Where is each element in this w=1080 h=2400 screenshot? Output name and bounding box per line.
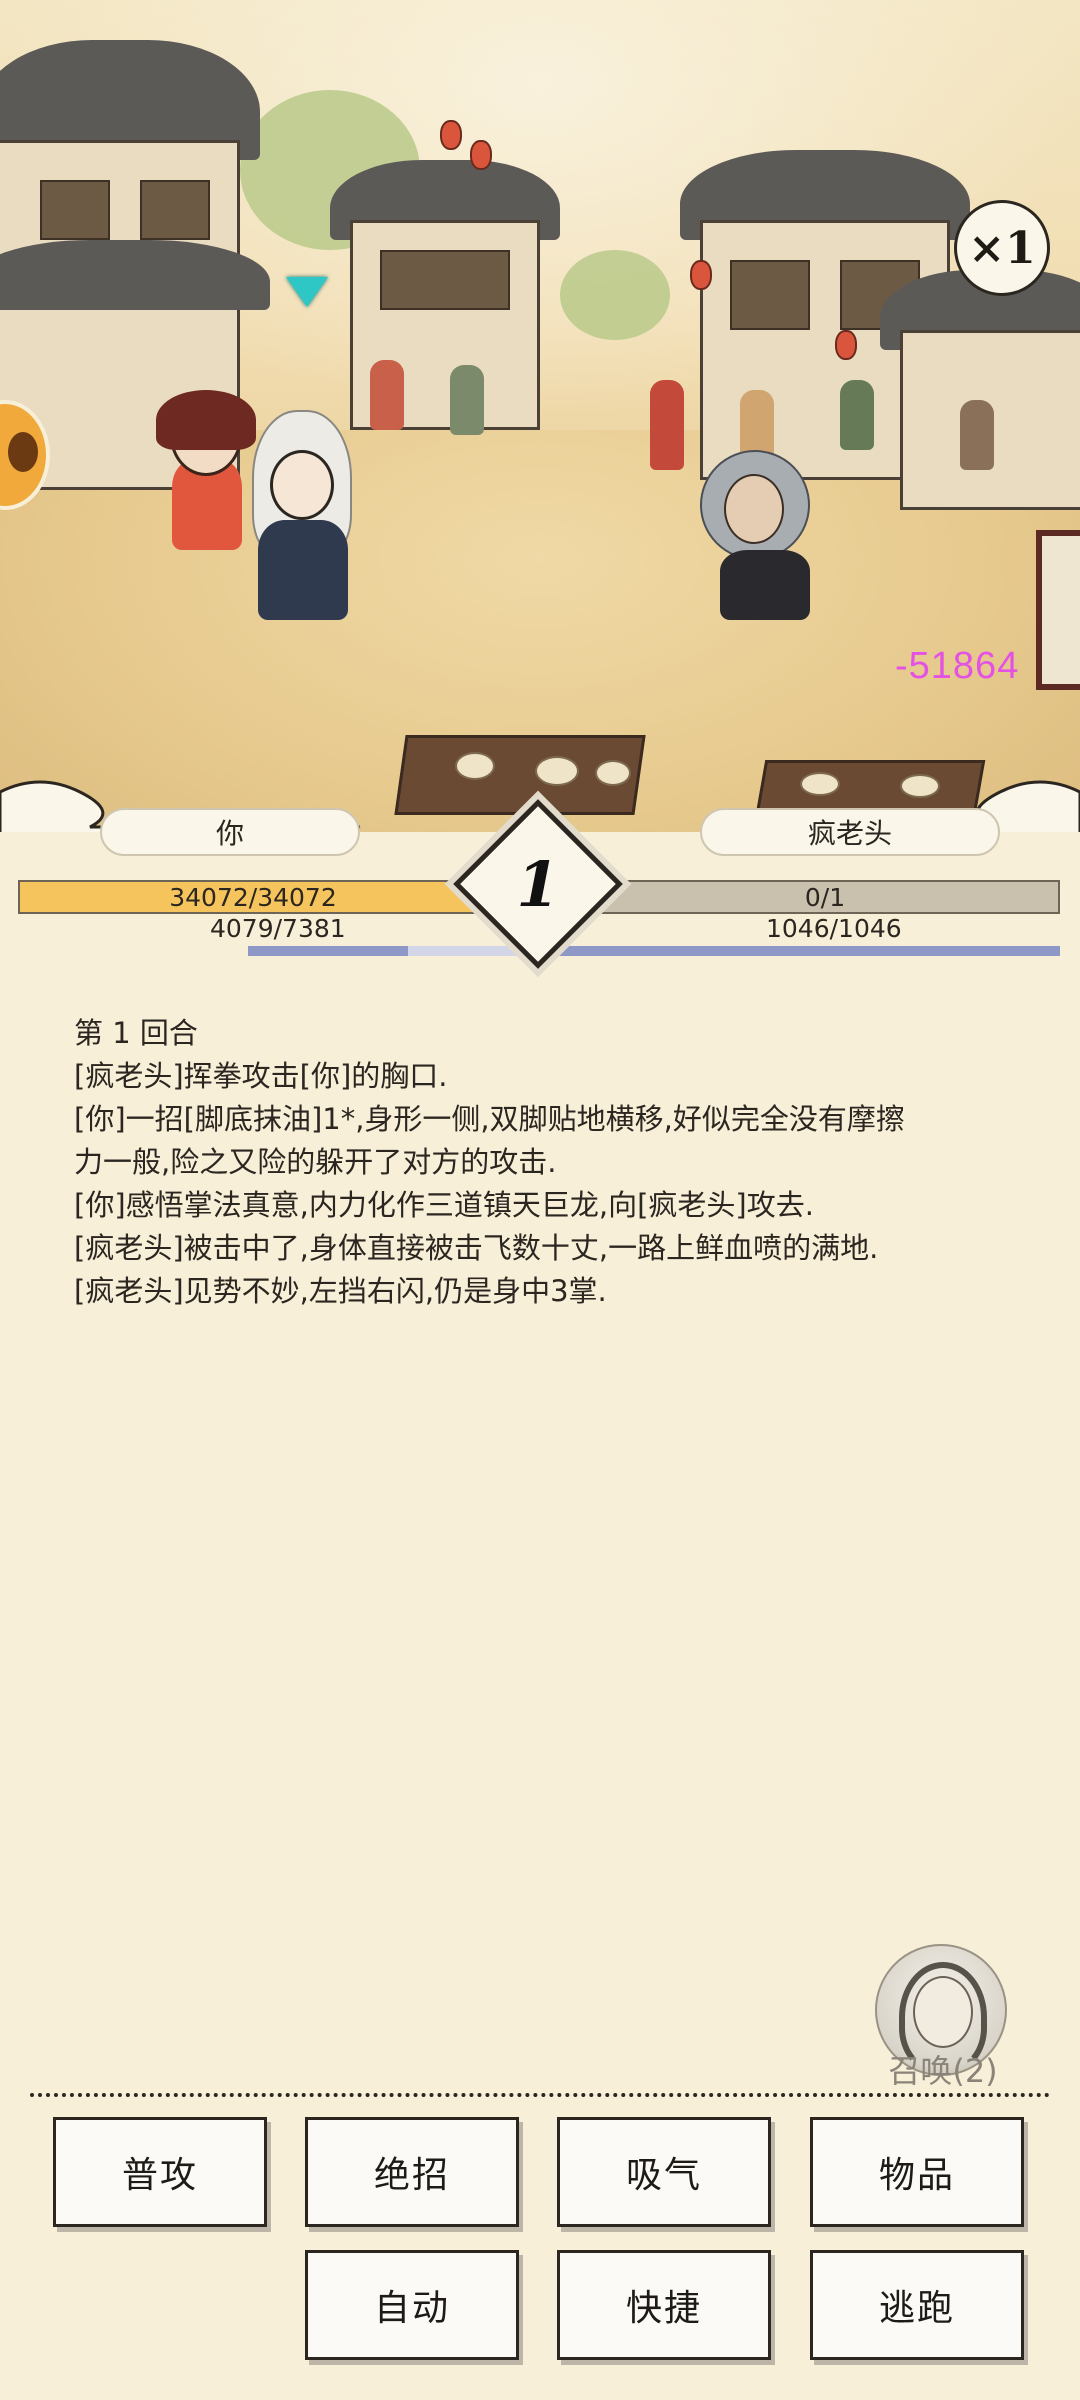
log-line: [你]感悟掌法真意,内力化作三道镇天巨龙,向[疯老头]攻去. xyxy=(74,1188,814,1222)
player-hp-bar: 34072/34072 xyxy=(18,880,488,914)
log-line: [疯老头]见势不妙,左挡右闪,仍是身中3掌. xyxy=(74,1274,607,1308)
log-line: [你]一招[脚底抹油]1*,身形一侧,双脚贴地横移,好似完全没有摩擦 xyxy=(74,1102,905,1136)
enemy-name-tab: 疯老头 xyxy=(700,808,1000,856)
log-line: 第 1 回合 xyxy=(74,1016,198,1050)
shop-sign xyxy=(1036,530,1080,690)
log-line: [疯老头]挥拳攻击[你]的胸口. xyxy=(74,1059,448,1093)
player-character[interactable] xyxy=(240,410,370,630)
enemy-hp-text: 0/1 xyxy=(804,882,846,912)
normal-attack-button[interactable]: 普攻 xyxy=(53,2117,267,2227)
lantern xyxy=(690,260,712,290)
lantern xyxy=(440,120,462,150)
lantern xyxy=(470,140,492,170)
building-window xyxy=(380,250,510,310)
villager xyxy=(960,400,994,470)
building-window xyxy=(40,180,110,240)
special-move-button[interactable]: 绝招 xyxy=(305,2117,519,2227)
villager xyxy=(370,360,404,430)
target-marker-icon xyxy=(286,277,328,307)
building-window xyxy=(140,180,210,240)
player-mp-fill xyxy=(248,946,409,956)
enemy-hp-bar: 0/1 xyxy=(590,880,1060,914)
villager xyxy=(840,380,874,450)
player-mp-text: 4079/7381 xyxy=(210,914,346,943)
lantern xyxy=(835,330,857,360)
flee-button[interactable]: 逃跑 xyxy=(810,2250,1024,2360)
battle-log: 第 1 回合 [疯老头]挥拳攻击[你]的胸口. [你]一招[脚底抹油]1*,身形… xyxy=(74,1012,1014,1313)
log-line: 力一般,险之又险的躲开了对方的攻击. xyxy=(74,1145,557,1179)
enemy-mp-text: 1046/1046 xyxy=(766,914,902,943)
summon-portrait-face xyxy=(913,1976,973,2048)
speed-toggle-button[interactable]: ×1 xyxy=(954,200,1050,296)
enemy-character[interactable] xyxy=(690,450,830,620)
damage-number: -51864 xyxy=(895,645,1020,687)
villager xyxy=(450,365,484,435)
player-hp-text: 34072/34072 xyxy=(169,882,337,912)
quick-button[interactable]: 快捷 xyxy=(557,2250,771,2360)
divider xyxy=(30,2093,1050,2097)
battle-scene: -51864 ×1 xyxy=(0,0,1080,860)
round-number: 1 xyxy=(516,847,560,921)
tree xyxy=(560,250,670,340)
log-line: [疯老头]被击中了,身体直接被击飞数十丈,一路上鲜血喷的满地. xyxy=(74,1231,879,1265)
villager xyxy=(650,380,684,470)
building-roof xyxy=(0,240,270,310)
items-button[interactable]: 物品 xyxy=(810,2117,1024,2227)
enemy-mp-fill xyxy=(540,946,1060,956)
enemy-mp-bar xyxy=(540,946,1060,956)
building-window xyxy=(730,260,810,330)
player-mp-bar xyxy=(248,946,538,956)
breathe-button[interactable]: 吸气 xyxy=(557,2117,771,2227)
player-name-tab: 你 xyxy=(100,808,360,856)
summon-label[interactable]: 召唤(2) xyxy=(878,2046,1008,2092)
auto-button[interactable]: 自动 xyxy=(305,2250,519,2360)
